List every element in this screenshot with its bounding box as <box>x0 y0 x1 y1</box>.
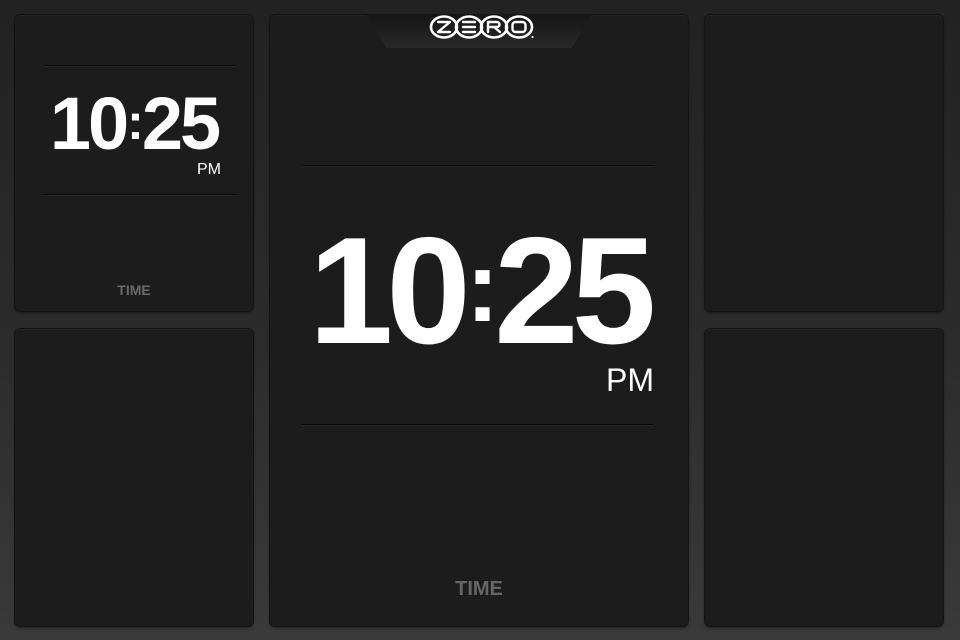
small-clock-hours: 10 <box>49 82 129 165</box>
divider-bottom <box>43 194 237 195</box>
time-widget-small[interactable]: 10:25 PM TIME <box>15 15 253 311</box>
small-clock-display: 10:25 <box>15 87 253 169</box>
main-clock-display: 10:25 <box>270 215 688 385</box>
time-widget-main[interactable]: 10:25 PM TIME <box>270 15 688 626</box>
main-clock-ampm: PM <box>606 362 654 398</box>
divider-bottom <box>302 424 654 425</box>
widget-slot-bottom-right[interactable] <box>705 329 943 626</box>
main-widget-label: TIME <box>455 578 503 600</box>
widget-slot-top-right[interactable] <box>705 15 943 311</box>
divider-top <box>302 165 654 166</box>
main-clock-hours: 10 <box>308 206 471 376</box>
zero-logo-icon <box>429 15 534 39</box>
small-clock-separator: : <box>127 94 144 150</box>
small-clock-minutes: 25 <box>141 82 221 165</box>
main-clock-minutes: 25 <box>494 206 656 376</box>
widget-slot-bottom-left[interactable] <box>15 329 253 626</box>
small-clock-ampm: PM <box>197 161 221 178</box>
divider-top <box>43 65 237 66</box>
main-clock-separator: : <box>465 231 499 343</box>
small-widget-label: TIME <box>117 282 151 298</box>
